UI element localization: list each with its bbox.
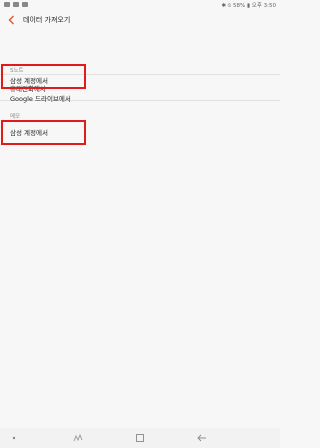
home-icon[interactable] [134, 432, 146, 444]
status-info: ✱ ⦸ 58% ▮ 오후 3:50 [221, 3, 276, 9]
status-bar: ✱ ⦸ 58% ▮ 오후 3:50 [0, 0, 280, 10]
list-item-label: Google 드라이브에서 [10, 95, 71, 103]
notification-icons [4, 2, 28, 7]
back-icon[interactable] [196, 432, 208, 444]
play-notification-icon [22, 2, 28, 7]
highlight-box-snote-samsung [1, 64, 86, 89]
back-arrow-icon[interactable] [6, 14, 18, 26]
recent-apps-icon[interactable] [72, 432, 84, 444]
app-header: 데이터 가져오기 [0, 12, 280, 28]
page-title: 데이터 가져오기 [23, 16, 71, 24]
dot-icon[interactable] [8, 432, 20, 444]
image-notification-icon [4, 2, 10, 7]
navigation-bar [0, 428, 280, 448]
gallery-notification-icon [13, 2, 19, 7]
highlight-box-memo-samsung [1, 120, 86, 145]
